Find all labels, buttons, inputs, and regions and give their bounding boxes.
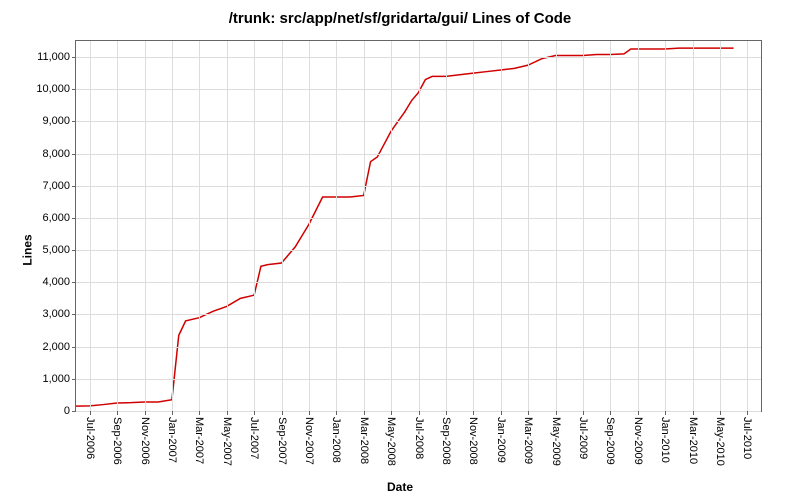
tick-mark xyxy=(747,411,748,415)
y-tick-label: 7,000 xyxy=(42,180,76,192)
tick-mark xyxy=(391,411,392,415)
x-tick-label: Nov-2007 xyxy=(303,417,315,465)
y-axis-label: Lines xyxy=(21,234,35,265)
x-tick-label: Sep-2007 xyxy=(276,417,288,465)
tick-mark xyxy=(172,411,173,415)
gridline-v xyxy=(556,41,557,411)
tick-mark xyxy=(583,411,584,415)
chart-container: /trunk: src/app/net/sf/gridarta/gui/ Lin… xyxy=(0,0,800,500)
x-tick-label: May-2008 xyxy=(385,417,397,466)
x-tick-label: May-2010 xyxy=(714,417,726,466)
x-tick-label: Sep-2006 xyxy=(111,417,123,465)
tick-mark xyxy=(665,411,666,415)
tick-mark xyxy=(199,411,200,415)
tick-mark xyxy=(556,411,557,415)
x-tick-label: Nov-2008 xyxy=(467,417,479,465)
x-tick-label: Jul-2009 xyxy=(577,417,589,459)
tick-mark xyxy=(90,411,91,415)
x-tick-label: Jul-2008 xyxy=(413,417,425,459)
tick-mark xyxy=(720,411,721,415)
tick-mark xyxy=(117,411,118,415)
y-tick-label: 5,000 xyxy=(42,244,76,256)
gridline-v xyxy=(419,41,420,411)
tick-mark xyxy=(419,411,420,415)
x-tick-label: Jan-2010 xyxy=(659,417,671,463)
y-tick-label: 11,000 xyxy=(37,51,76,63)
gridline-v xyxy=(528,41,529,411)
y-tick-label: 9,000 xyxy=(42,115,76,127)
y-tick-label: 3,000 xyxy=(42,308,76,320)
gridline-v xyxy=(254,41,255,411)
tick-mark xyxy=(528,411,529,415)
y-tick-label: 6,000 xyxy=(42,212,76,224)
gridline-v xyxy=(583,41,584,411)
tick-mark xyxy=(610,411,611,415)
tick-mark xyxy=(446,411,447,415)
y-tick-label: 1,000 xyxy=(42,373,76,385)
x-tick-label: Sep-2008 xyxy=(440,417,452,465)
gridline-v xyxy=(117,41,118,411)
gridline-v xyxy=(227,41,228,411)
x-tick-label: Jan-2009 xyxy=(495,417,507,463)
gridline-v xyxy=(90,41,91,411)
x-tick-label: Nov-2009 xyxy=(632,417,644,465)
gridline-v xyxy=(747,41,748,411)
plot-area: 01,0002,0003,0004,0005,0006,0007,0008,00… xyxy=(75,40,762,412)
gridline-v xyxy=(282,41,283,411)
tick-mark xyxy=(693,411,694,415)
gridline-v xyxy=(665,41,666,411)
y-tick-label: 0 xyxy=(64,405,76,417)
x-tick-label: Mar-2010 xyxy=(687,417,699,464)
gridline-v xyxy=(693,41,694,411)
tick-mark xyxy=(254,411,255,415)
tick-mark xyxy=(473,411,474,415)
x-tick-label: May-2009 xyxy=(550,417,562,466)
gridline-v xyxy=(309,41,310,411)
gridline-v xyxy=(446,41,447,411)
x-tick-label: Jul-2006 xyxy=(84,417,96,459)
tick-mark xyxy=(309,411,310,415)
gridline-v xyxy=(638,41,639,411)
x-tick-label: Sep-2009 xyxy=(604,417,616,465)
x-axis-label: Date xyxy=(387,480,413,494)
tick-mark xyxy=(145,411,146,415)
gridline-v xyxy=(364,41,365,411)
y-tick-label: 10,000 xyxy=(36,83,76,95)
loc-series-line xyxy=(76,48,734,406)
gridline-v xyxy=(336,41,337,411)
gridline-v xyxy=(720,41,721,411)
x-tick-label: Mar-2007 xyxy=(193,417,205,464)
x-tick-label: Jan-2008 xyxy=(330,417,342,463)
gridline-v xyxy=(145,41,146,411)
gridline-v xyxy=(199,41,200,411)
gridline-v xyxy=(391,41,392,411)
x-tick-label: Mar-2008 xyxy=(358,417,370,464)
gridline-v xyxy=(610,41,611,411)
chart-title: /trunk: src/app/net/sf/gridarta/gui/ Lin… xyxy=(0,0,800,27)
x-tick-label: Nov-2006 xyxy=(139,417,151,465)
tick-mark xyxy=(282,411,283,415)
x-tick-label: Jul-2010 xyxy=(741,417,753,459)
tick-mark xyxy=(501,411,502,415)
tick-mark xyxy=(638,411,639,415)
gridline-v xyxy=(501,41,502,411)
y-tick-label: 8,000 xyxy=(42,148,76,160)
tick-mark xyxy=(227,411,228,415)
gridline-v xyxy=(172,41,173,411)
x-tick-label: Mar-2009 xyxy=(522,417,534,464)
x-tick-label: Jan-2007 xyxy=(166,417,178,463)
tick-mark xyxy=(364,411,365,415)
tick-mark xyxy=(336,411,337,415)
gridline-v xyxy=(473,41,474,411)
y-tick-label: 2,000 xyxy=(42,341,76,353)
x-tick-label: Jul-2007 xyxy=(248,417,260,459)
y-tick-label: 4,000 xyxy=(42,276,76,288)
x-tick-label: May-2007 xyxy=(221,417,233,466)
